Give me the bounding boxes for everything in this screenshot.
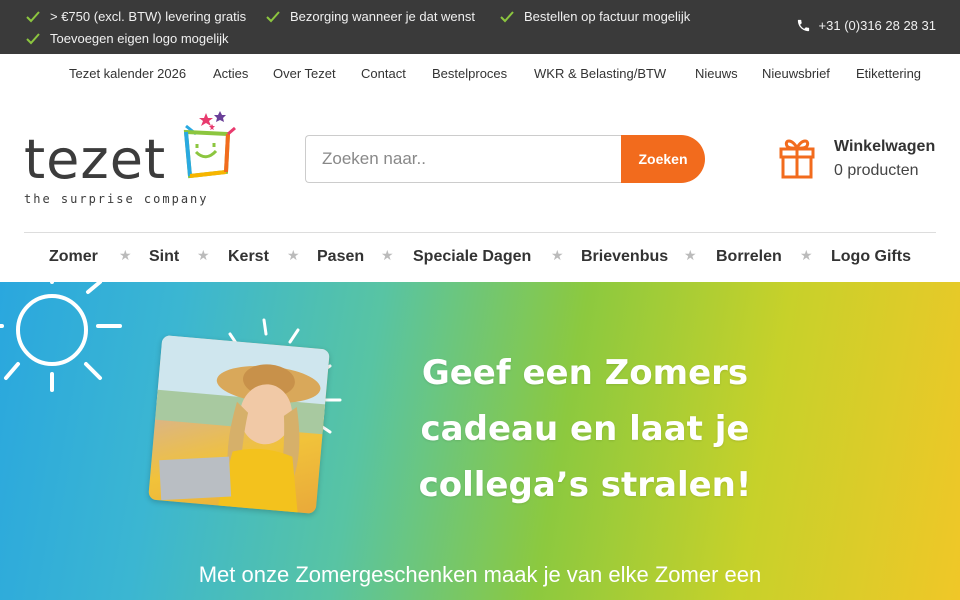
topnav-link-over[interactable]: Over Tezet bbox=[273, 66, 336, 81]
search-button[interactable]: Zoeken bbox=[621, 135, 705, 183]
logo-tagline: the surprise company bbox=[24, 192, 209, 206]
top-navigation: Tezet kalender 2026 Acties Over Tezet Co… bbox=[0, 66, 960, 86]
star-separator-icon: ★ bbox=[551, 247, 564, 263]
usp-label: > €750 (excl. BTW) levering gratis bbox=[50, 9, 247, 24]
logo-box-icon bbox=[183, 111, 236, 179]
phone-link[interactable]: +31 (0)316 28 28 31 bbox=[796, 18, 936, 33]
mainnav-item-sint[interactable]: Sint bbox=[149, 248, 179, 266]
topnav-link-wkr[interactable]: WKR & Belasting/BTW bbox=[534, 66, 666, 81]
phone-icon bbox=[797, 19, 809, 32]
usp-label: Bestellen op factuur mogelijk bbox=[524, 9, 691, 24]
usp-label: Bezorging wanneer je dat wenst bbox=[290, 9, 476, 24]
topnav-link-etikettering[interactable]: Etikettering bbox=[856, 66, 921, 81]
usp-item: Toevoegen eigen logo mogelijk bbox=[26, 31, 229, 46]
usp-label: Toevoegen eigen logo mogelijk bbox=[50, 31, 229, 46]
usp-item: Bezorging wanneer je dat wenst bbox=[266, 9, 475, 24]
search-input[interactable] bbox=[305, 135, 621, 183]
mainnav-item-kerst[interactable]: Kerst bbox=[228, 248, 269, 266]
mainnav-item-logo-gifts[interactable]: Logo Gifts bbox=[831, 248, 911, 266]
hero-title-line: cadeau en laat je bbox=[420, 409, 750, 449]
topnav-link-contact[interactable]: Contact bbox=[361, 66, 406, 81]
mainnav-item-borrelen[interactable]: Borrelen bbox=[716, 248, 782, 266]
mainnav-item-pasen[interactable]: Pasen bbox=[317, 248, 364, 266]
gift-icon bbox=[779, 139, 815, 179]
cart-title: Winkelwagen bbox=[834, 138, 936, 155]
phone-number: +31 (0)316 28 28 31 bbox=[818, 18, 936, 33]
usp-item: > €750 (excl. BTW) levering gratis bbox=[26, 9, 246, 24]
check-icon bbox=[26, 32, 40, 44]
hero-title-line: collega’s stralen! bbox=[418, 465, 752, 505]
star-separator-icon: ★ bbox=[381, 247, 394, 263]
usp-item: Bestellen op factuur mogelijk bbox=[500, 9, 690, 24]
star-separator-icon: ★ bbox=[197, 247, 210, 263]
search-form: Zoeken bbox=[305, 135, 705, 183]
check-icon bbox=[500, 10, 514, 22]
check-icon bbox=[26, 10, 40, 22]
cart-link[interactable]: Winkelwagen 0 producten bbox=[778, 136, 948, 186]
usp-bar: > €750 (excl. BTW) levering gratis Bezor… bbox=[0, 0, 960, 54]
hero-subtitle: Met onze Zomergeschenken maak je van elk… bbox=[198, 562, 762, 587]
topnav-link-acties[interactable]: Acties bbox=[213, 66, 248, 81]
topnav-link-nieuwsbrief[interactable]: Nieuwsbrief bbox=[762, 66, 830, 81]
logo-wordmark: tezet bbox=[24, 128, 167, 191]
star-separator-icon: ★ bbox=[119, 247, 132, 263]
mainnav-item-brievenbus[interactable]: Brievenbus bbox=[581, 248, 668, 266]
mainnav-item-zomer[interactable]: Zomer bbox=[49, 248, 98, 266]
hero-title: Geef een Zomers cadeau en laat je colleg… bbox=[390, 345, 780, 513]
woman-with-hat-image bbox=[155, 334, 330, 513]
mainnav-item-speciale-dagen[interactable]: Speciale Dagen bbox=[413, 248, 531, 266]
topnav-link-bestelproces[interactable]: Bestelproces bbox=[432, 66, 507, 81]
topnav-link-kalender[interactable]: Tezet kalender 2026 bbox=[69, 66, 186, 81]
star-separator-icon: ★ bbox=[800, 247, 813, 263]
cart-count: 0 producten bbox=[834, 162, 919, 179]
check-icon bbox=[266, 10, 280, 22]
main-navigation: Zomer ★ Sint ★ Kerst ★ Pasen ★ Speciale … bbox=[24, 232, 936, 282]
hero-photo bbox=[148, 334, 330, 515]
topnav-link-nieuws[interactable]: Nieuws bbox=[695, 66, 738, 81]
logo[interactable]: tezet the surprise company bbox=[24, 110, 239, 210]
hero-title-line: Geef een Zomers bbox=[421, 353, 749, 393]
star-separator-icon: ★ bbox=[287, 247, 300, 263]
star-separator-icon: ★ bbox=[684, 247, 697, 263]
